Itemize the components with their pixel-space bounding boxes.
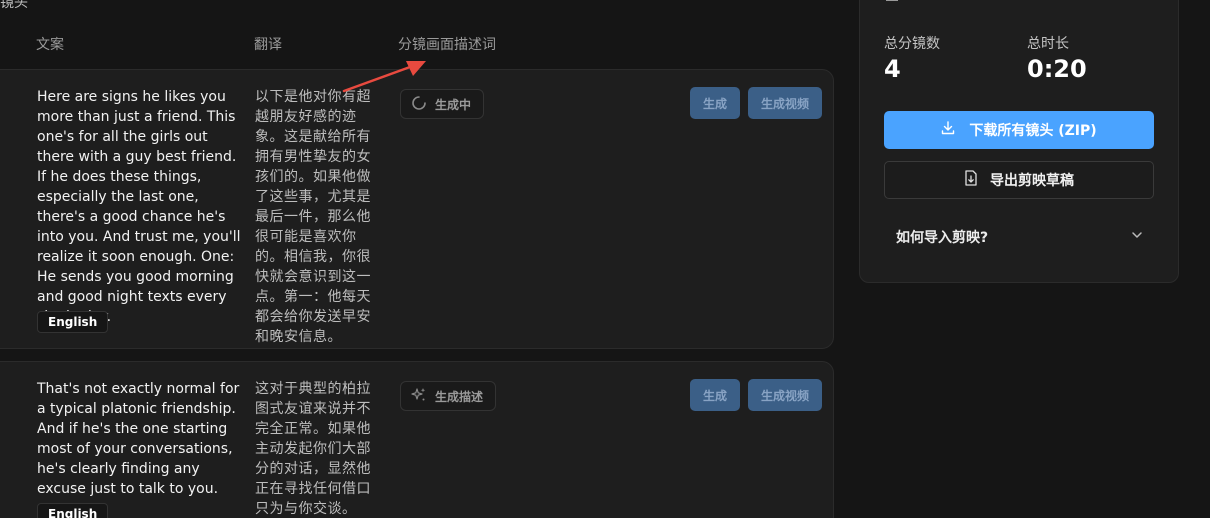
shot-row: Here are signs he likes you more than ju… bbox=[0, 69, 834, 349]
generate-button[interactable]: 生成 bbox=[690, 379, 740, 411]
download-label: 下载所有镜头 (ZIP) bbox=[969, 123, 1097, 139]
storyboard-page: 镜头 文案 翻译 分镜画面描述词 Here are signs he likes… bbox=[0, 0, 1210, 518]
export-label: 导出剪映草稿 bbox=[990, 173, 1074, 189]
status-label: 生成描述 bbox=[435, 389, 484, 404]
section-title: 镜头 bbox=[0, 0, 28, 11]
generate-description-button[interactable]: 生成描述 bbox=[400, 381, 497, 411]
shot-row: That's not exactly normal for a typical … bbox=[0, 361, 834, 518]
column-header-script: 文案 bbox=[36, 37, 64, 53]
summary-panel: 总分镜数 4 总时长 0:20 下载所有镜头 (ZIP) 导出剪映草稿 如何导入… bbox=[859, 0, 1179, 283]
column-header-translation: 翻译 bbox=[254, 37, 282, 53]
total-duration-value: 0:20 bbox=[1027, 55, 1087, 83]
translation-text: 以下是他对你有超越朋友好感的迹象。这是献给所有拥有男性挚友的女孩们的。如果他做了… bbox=[255, 89, 371, 345]
chevron-down-icon bbox=[1130, 228, 1144, 246]
translation-text: 这对于典型的柏拉图式友谊来说并不完全正常。如果他主动发起你们大部分的对话，显然他… bbox=[255, 381, 371, 517]
script-text: Here are signs he likes you more than ju… bbox=[37, 89, 241, 325]
language-badge: English bbox=[37, 311, 109, 333]
download-icon bbox=[941, 121, 955, 139]
generate-button[interactable]: 生成 bbox=[690, 87, 740, 119]
column-header-storyboard: 分镜画面描述词 bbox=[398, 37, 496, 53]
download-all-zip-button[interactable]: 下载所有镜头 (ZIP) bbox=[884, 111, 1154, 149]
file-export-icon bbox=[964, 170, 978, 190]
panel-icon bbox=[886, 0, 898, 1]
total-duration-label: 总时长 bbox=[1027, 36, 1069, 52]
generate-video-button[interactable]: 生成视频 bbox=[748, 379, 822, 411]
howto-import-accordion[interactable]: 如何导入剪映? bbox=[896, 227, 1144, 247]
status-label: 生成中 bbox=[435, 97, 472, 112]
annotation-arrow-icon bbox=[342, 61, 426, 93]
spinner-icon bbox=[411, 95, 427, 114]
language-badge: English bbox=[37, 503, 109, 518]
total-shots-value: 4 bbox=[884, 55, 901, 83]
export-jianying-draft-button[interactable]: 导出剪映草稿 bbox=[884, 161, 1154, 199]
script-text: That's not exactly normal for a typical … bbox=[37, 381, 240, 497]
howto-label: 如何导入剪映? bbox=[896, 230, 989, 246]
generate-video-button[interactable]: 生成视频 bbox=[748, 87, 822, 119]
total-shots-label: 总分镜数 bbox=[884, 36, 940, 52]
sparkles-icon bbox=[411, 387, 427, 406]
